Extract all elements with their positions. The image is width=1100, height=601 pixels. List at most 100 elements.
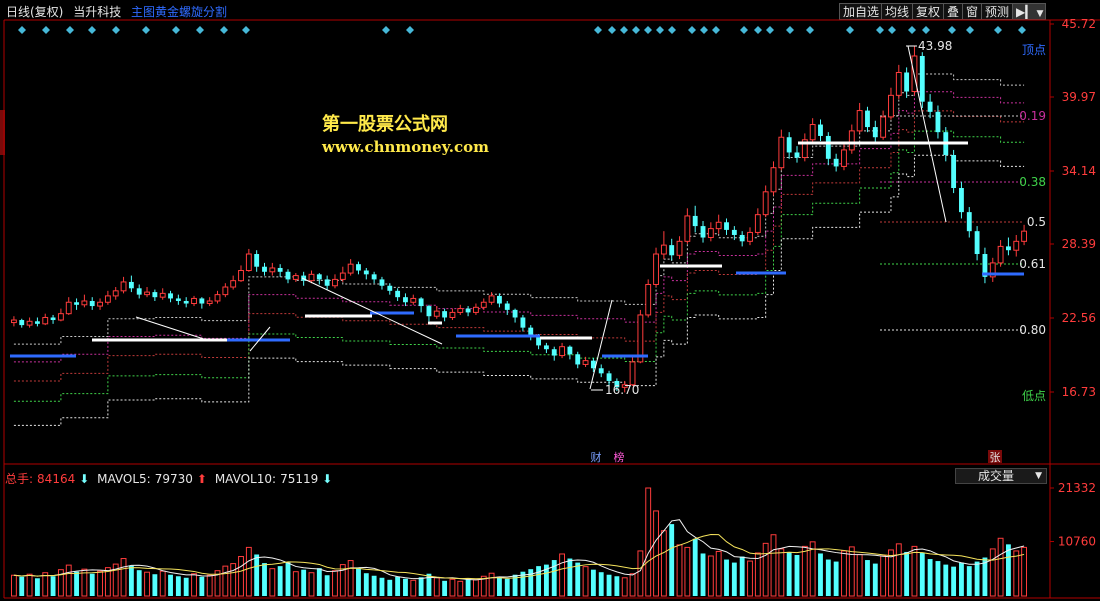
volume-bar-down (262, 563, 267, 596)
volume-bar-down (183, 577, 189, 596)
candle-body-up (42, 316, 49, 325)
candle-body-up (880, 116, 887, 138)
volume-bar-down (786, 551, 792, 596)
candle-body-up (104, 295, 111, 303)
candle-body-up (457, 308, 464, 313)
candle-body-up (888, 94, 894, 118)
volume-bar-up (230, 563, 237, 597)
signal-diamond (786, 26, 794, 34)
volume-bar-down (371, 575, 377, 596)
volume-bar-up (473, 579, 479, 597)
signal-diamond (700, 26, 708, 34)
candle-body-down (316, 274, 322, 280)
volume-bar-down (1005, 544, 1011, 596)
signal-diamond (172, 26, 180, 34)
volume-bar-up (770, 534, 777, 597)
candle-body-down (833, 158, 839, 167)
signal-diamond (594, 26, 602, 34)
overlay-lines: 43.98 16.70 财榜 张 (10, 39, 1024, 464)
candle-body-up (339, 272, 346, 280)
volume-bar-up (222, 565, 229, 597)
candle-body-up (144, 291, 150, 296)
candle-body-up (10, 319, 17, 324)
candle-body-up (754, 214, 761, 233)
volume-bar-down (496, 576, 502, 596)
candle-body-down (794, 152, 800, 158)
candle-body-down (442, 311, 448, 318)
candle-body-down (551, 349, 557, 356)
volume-bar-down (606, 574, 612, 596)
mavol10-label: MAVOL10: (214, 472, 277, 486)
volume-bar-up (895, 543, 902, 597)
signal-diamond (688, 26, 696, 34)
signal-diamond (908, 26, 916, 34)
candle-body-up (660, 244, 667, 255)
candle-body-down (50, 317, 56, 321)
candle-body-down (904, 72, 910, 92)
price-tick-label: 34.14 (1062, 164, 1096, 178)
candle-body-down (168, 293, 173, 299)
candle-body-down (89, 300, 95, 307)
volume-bar-down (904, 551, 910, 596)
candle-body-up (269, 267, 276, 273)
candle-body-up (684, 215, 691, 242)
candle-body-down (935, 111, 941, 133)
price-tick-label: 45.72 (1062, 17, 1096, 31)
volume-bar-down (89, 573, 95, 596)
volume-bar-down (951, 566, 957, 596)
candle-body-down (19, 320, 25, 326)
candle-body-up (997, 245, 1004, 264)
volume-bar-down (943, 564, 949, 596)
volume-bar-down (692, 538, 698, 596)
candle-body-down (731, 229, 737, 235)
candle-body-up (57, 313, 64, 321)
candle-body-down (966, 212, 972, 232)
volume-bar-up (715, 550, 722, 597)
candle-body-down (136, 288, 142, 295)
candle-body-up (770, 167, 777, 193)
volume-bar-up (410, 579, 417, 597)
volume-bar-down (865, 560, 870, 596)
candle-body-down (974, 231, 980, 255)
volume-bar-down (536, 566, 542, 596)
volume-total-value: 84164 (37, 472, 76, 486)
volume-bar-up (97, 570, 103, 597)
candle-body-down (254, 254, 260, 267)
volume-bar-down (919, 552, 925, 596)
candle-body-up (676, 240, 683, 256)
volume-bar-up (856, 553, 863, 597)
candle-body-down (262, 266, 267, 272)
signal-diamond (220, 26, 228, 34)
volume-bar-down (403, 578, 408, 596)
volume-bar-down (504, 578, 510, 596)
mavol10-value: 75119 (280, 472, 319, 486)
volume-bar-up (684, 546, 691, 597)
price-chart[interactable]: 0.19 0.38 0.5 0.61 0.80 43.98 16.70 财榜 张 45.72 3… (0, 0, 1100, 601)
volume-bar-up (26, 573, 33, 597)
chevron-down-icon: ▼ (1035, 471, 1042, 481)
signal-diamond (922, 26, 930, 34)
indicator-select[interactable]: 成交量 ▼ (955, 468, 1047, 484)
candle-body-down (128, 281, 134, 289)
volume-bar-up (880, 555, 887, 597)
volume-bar-down (168, 574, 173, 596)
candle-body-down (818, 124, 823, 136)
candle-body-up (582, 360, 589, 365)
candle-body-up (238, 270, 244, 282)
candle-body-up (747, 231, 753, 242)
volume-bar-up (308, 572, 315, 597)
candle-body-down (74, 302, 79, 305)
volume-bar-up (754, 552, 761, 597)
signal-diamond (1018, 26, 1026, 34)
volume-tick-label: 10760 (1058, 535, 1096, 549)
swing-line (135, 316, 211, 342)
volume-bar-up (245, 546, 252, 597)
candle-body-up (214, 294, 221, 302)
volume-bar-down (74, 571, 79, 596)
volume-bar-down (959, 562, 964, 596)
volume-bar-down (136, 570, 142, 596)
volume-bar-up (660, 530, 667, 597)
volume-bar-down (465, 578, 471, 596)
candle-body-down (277, 267, 283, 272)
volume-bar-down (277, 566, 283, 596)
